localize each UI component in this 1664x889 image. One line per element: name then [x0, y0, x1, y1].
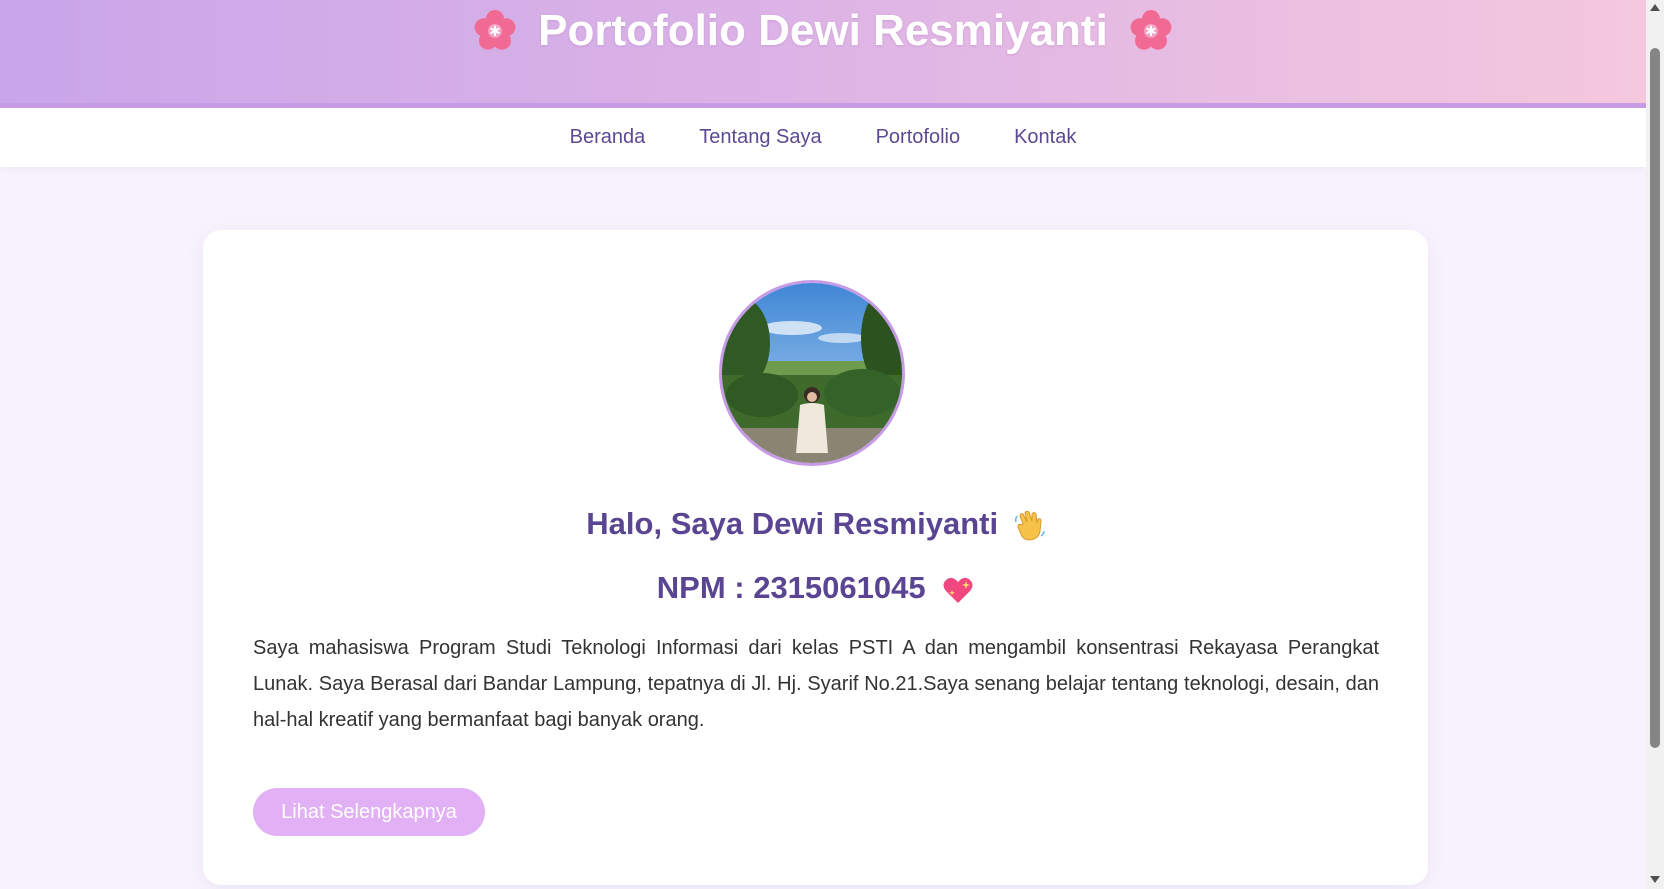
nav-link-portofolio[interactable]: Portofolio [876, 126, 961, 149]
greeting-text: Halo, Saya Dewi Resmiyanti [586, 506, 999, 541]
sparkling-heart-icon [943, 577, 973, 603]
cherry-blossom-icon: ✱ [474, 10, 516, 50]
site-header: ✱ Portofolio Dewi Resmiyanti ✱ [0, 0, 1646, 108]
scroll-up-arrow-icon[interactable] [1650, 4, 1660, 11]
scroll-down-arrow-icon[interactable] [1650, 876, 1660, 883]
site-title-bar: ✱ Portofolio Dewi Resmiyanti ✱ [0, 6, 1646, 56]
vertical-scrollbar[interactable] [1646, 0, 1664, 889]
svg-text:✱: ✱ [489, 24, 501, 40]
bio-paragraph: Saya mahasiswa Program Studi Teknologi I… [253, 637, 1379, 731]
main-nav: Beranda Tentang Saya Portofolio Kontak [0, 108, 1646, 167]
nav-link-tentang-saya[interactable]: Tentang Saya [699, 126, 821, 149]
nav-link-beranda[interactable]: Beranda [570, 126, 646, 149]
site-title: Portofolio Dewi Resmiyanti [538, 6, 1108, 55]
avatar [719, 280, 905, 466]
scrollbar-thumb[interactable] [1650, 48, 1660, 748]
profile-photo [722, 283, 902, 463]
see-more-button[interactable]: Lihat Selengkapnya [253, 788, 485, 836]
npm-heading: NPM : 2315061045 [203, 570, 1428, 606]
npm-text: NPM : 2315061045 [656, 570, 926, 605]
page: ✱ Portofolio Dewi Resmiyanti ✱ Beranda T… [0, 0, 1646, 889]
profile-card: Halo, Saya Dewi Resmiyanti NPM : 2315061… [203, 230, 1428, 885]
cherry-blossom-icon: ✱ [1130, 10, 1172, 50]
nav-link-kontak[interactable]: Kontak [1014, 126, 1076, 149]
greeting-heading: Halo, Saya Dewi Resmiyanti [203, 506, 1428, 542]
waving-hand-icon [1014, 510, 1045, 541]
svg-text:✱: ✱ [1145, 24, 1157, 40]
